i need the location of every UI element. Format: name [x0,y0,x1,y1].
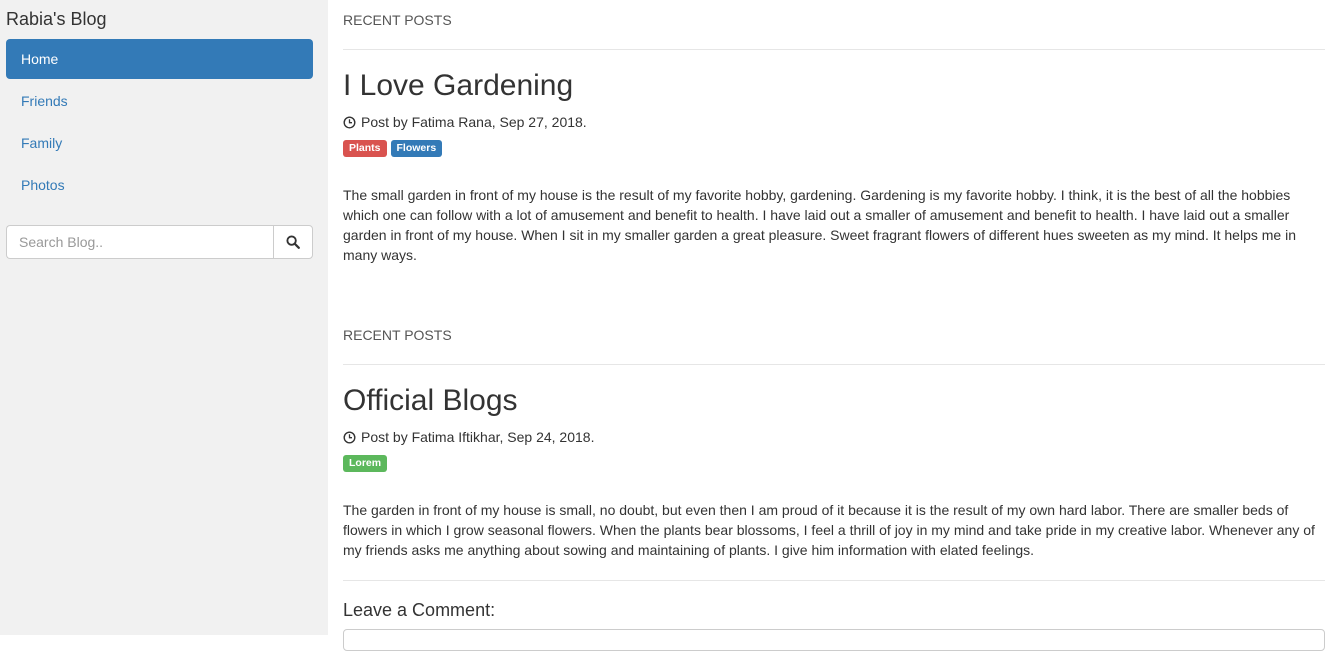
section-label: RECENT POSTS [343,12,452,28]
post-title: I Love Gardening [343,69,574,102]
nav-item-home[interactable]: Home [6,39,313,79]
post-body: The small garden in front of my house is… [343,187,1296,263]
clock-icon [343,115,356,129]
post-meta-text: Post by Fatima Rana, Sep 27, 2018. [361,114,587,130]
post-meta-text: Post by Fatima Iftikhar, Sep 24, 2018. [361,429,595,445]
search-input[interactable] [6,225,273,259]
blog-title: Rabia's Blog [6,9,107,29]
search-button[interactable] [273,225,313,259]
post-title: Official Blogs [343,384,518,417]
section-label: RECENT POSTS [343,327,452,343]
tag-lorem[interactable]: Lorem [343,455,388,472]
search-icon [286,235,300,249]
divider [343,580,1325,581]
comment-heading: Leave a Comment: [343,600,496,620]
post-tags: Lorem [343,455,388,472]
divider [343,49,1325,50]
comment-textarea[interactable] [343,629,1325,651]
nav-item-friends[interactable]: Friends [6,81,313,121]
divider [343,364,1325,365]
post-meta: Post by Fatima Rana, Sep 27, 2018. [343,114,587,130]
nav-item-photos[interactable]: Photos [6,165,313,205]
tag-flowers[interactable]: Flowers [390,140,443,157]
post-body: The garden in front of my house is small… [343,502,1315,558]
search-group [6,225,313,259]
post-meta: Post by Fatima Iftikhar, Sep 24, 2018. [343,429,594,445]
nav-item-family[interactable]: Family [6,123,313,163]
sidebar-nav: Home Friends Family Photos [6,39,313,207]
tag-plants[interactable]: Plants [343,140,387,157]
post-tags: Plants Flowers [343,140,443,157]
clock-icon [343,430,356,444]
sidebar: Rabia's Blog Home Friends Family Photos [0,0,328,635]
